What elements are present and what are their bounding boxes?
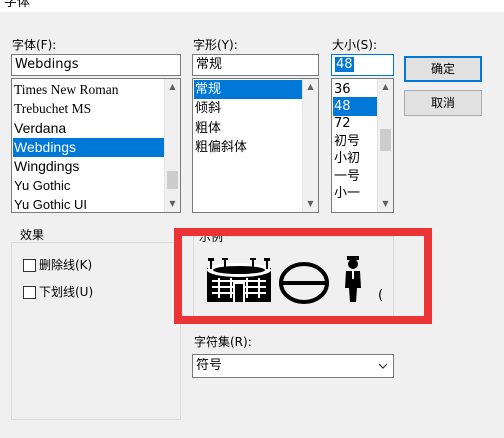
font-label: 字体(F): (12, 38, 57, 52)
font-list-item[interactable]: Wingdings (13, 157, 164, 176)
font-list-item[interactable]: Yu Gothic (13, 176, 164, 195)
script-combo[interactable]: 符号 (192, 354, 394, 378)
font-list-item-selected[interactable]: Webdings (13, 138, 164, 157)
scroll-down-arrow-icon[interactable]: ▼ (165, 196, 180, 212)
scroll-up-arrow-icon[interactable]: ▲ (303, 79, 318, 95)
font-list[interactable]: Times New Roman Trebuchet MS Verdana Web… (11, 78, 181, 213)
title-bar: 字体 (0, 0, 504, 12)
script-label: 字符集(R): (194, 335, 252, 349)
font-input-value: Webdings (15, 57, 79, 72)
scroll-down-arrow-icon[interactable]: ▼ (303, 196, 318, 212)
strikeout-label[interactable]: 删除线(K) (39, 258, 92, 272)
highlight-frame (174, 228, 432, 324)
size-list[interactable]: 36 48 72 初号 小初 一号 小一 ▲ ▼ (331, 78, 394, 213)
underline-label[interactable]: 下划线(U) (39, 285, 93, 299)
underline-checkbox[interactable] (23, 286, 36, 299)
size-list-item[interactable]: 小初 (333, 149, 377, 168)
scroll-thumb[interactable] (167, 171, 178, 189)
size-list-scrollbar[interactable]: ▲ ▼ (377, 79, 393, 212)
cancel-button[interactable]: 取消 (404, 90, 482, 116)
effects-group (11, 242, 181, 420)
scroll-up-arrow-icon[interactable]: ▲ (165, 79, 180, 95)
style-list-item[interactable]: 倾斜 (194, 99, 302, 118)
style-list[interactable]: 常规 倾斜 粗体 粗偏斜体 ▲ ▼ (192, 78, 319, 213)
size-input[interactable]: 48 (331, 54, 394, 76)
ok-button[interactable]: 确定 (404, 56, 482, 82)
font-input[interactable]: Webdings (11, 54, 181, 76)
size-input-value: 48 (335, 57, 354, 72)
style-label: 字形(Y): (193, 38, 238, 52)
size-list-item[interactable]: 72 (333, 114, 377, 133)
script-value: 符号 (196, 358, 223, 373)
style-list-item-selected[interactable]: 常规 (194, 80, 302, 99)
size-label: 大小(S): (332, 38, 378, 52)
font-list-item[interactable]: Yu Gothic UI (13, 195, 164, 212)
font-list-item[interactable]: Times New Roman (13, 80, 164, 99)
size-list-item[interactable]: 小一 (333, 184, 377, 203)
effects-label: 效果 (18, 228, 47, 242)
scroll-thumb[interactable] (380, 129, 391, 151)
font-list-scrollbar[interactable]: ▲ ▼ (164, 79, 180, 212)
font-list-item[interactable]: Verdana (13, 119, 164, 138)
style-list-item[interactable]: 粗体 (194, 119, 302, 138)
style-input[interactable]: 常规 (192, 54, 319, 76)
style-input-value: 常规 (196, 57, 223, 72)
scroll-down-arrow-icon[interactable]: ▼ (378, 196, 393, 212)
style-list-item[interactable]: 粗偏斜体 (194, 138, 302, 157)
window-title: 字体 (4, 0, 31, 10)
style-list-scrollbar[interactable]: ▲ ▼ (302, 79, 318, 212)
scroll-up-arrow-icon[interactable]: ▲ (378, 79, 393, 95)
chevron-down-icon[interactable] (377, 355, 389, 377)
font-list-item[interactable]: Trebuchet MS (13, 99, 164, 118)
strikeout-checkbox[interactable] (23, 259, 36, 272)
